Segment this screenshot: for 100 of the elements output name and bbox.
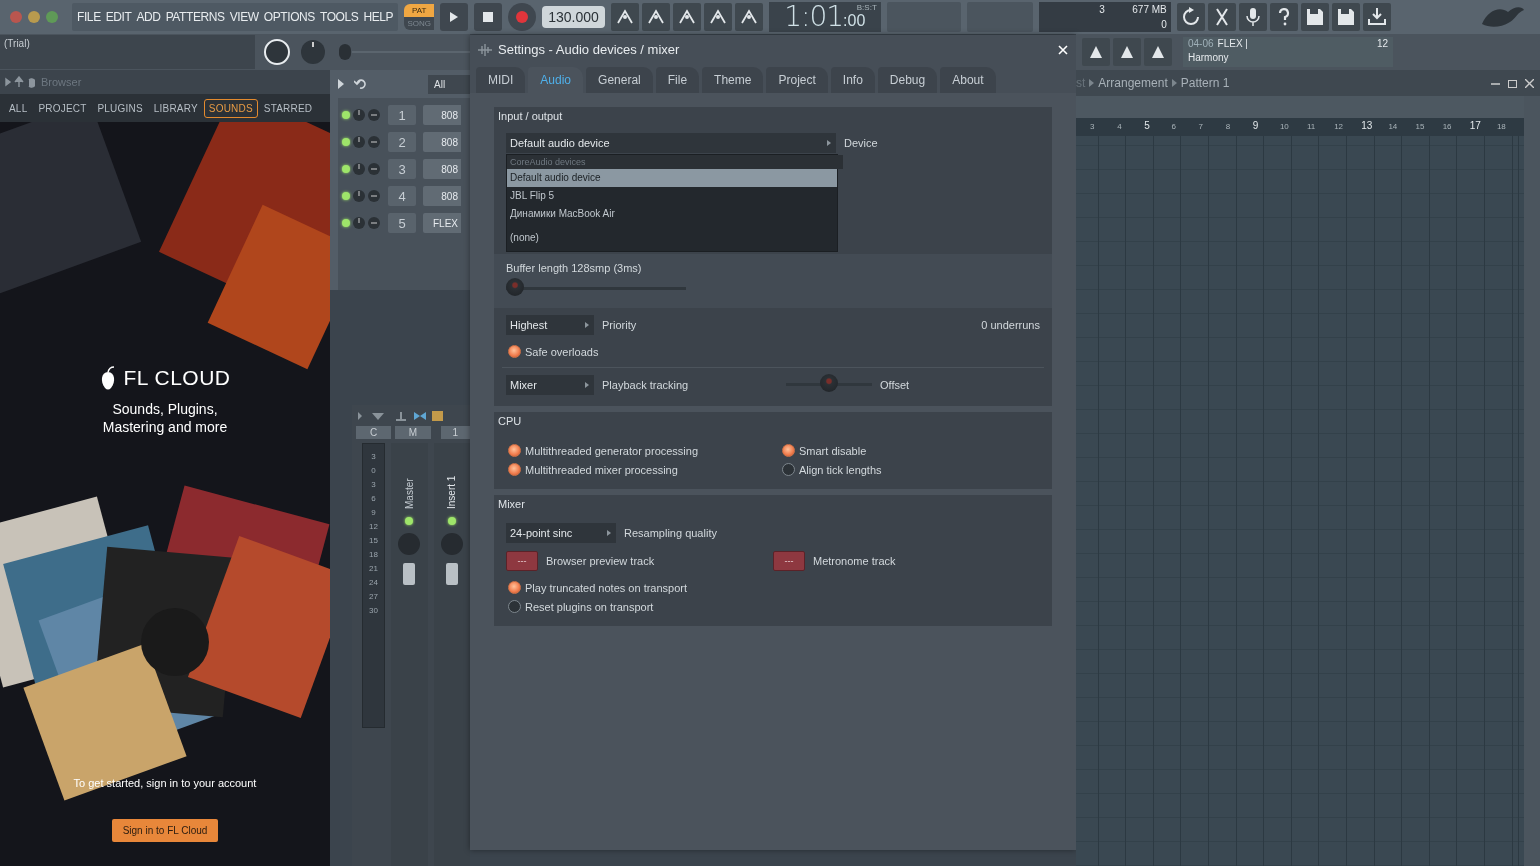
timeline-ruler[interactable]: 3 4 5 6 7 8 9 10 11 12 13 14 15 16 17 18	[1076, 118, 1524, 136]
knob-icon[interactable]	[368, 163, 380, 175]
channel-name[interactable]: 808	[423, 105, 461, 125]
toolbar-button[interactable]	[610, 3, 639, 31]
slider-thumb[interactable]	[820, 374, 838, 392]
breadcrumb-item[interactable]: Arrangement	[1098, 76, 1168, 90]
toolbar-button[interactable]	[1082, 38, 1110, 66]
toolbar-button[interactable]	[1300, 3, 1329, 31]
toolbar-button[interactable]	[1176, 3, 1205, 31]
toolbar-button[interactable]	[1238, 3, 1267, 31]
settings-tab[interactable]: General	[586, 67, 653, 93]
browser-tab[interactable]: LIBRARY	[148, 98, 203, 118]
play-button[interactable]	[440, 3, 469, 31]
browser-tab[interactable]: SOUNDS	[203, 98, 258, 118]
settings-tab[interactable]: Debug	[877, 67, 938, 93]
maximize-icon[interactable]	[1508, 78, 1517, 88]
menu-item[interactable]: HELP	[363, 10, 394, 24]
menu-item[interactable]: OPTIONS	[263, 10, 315, 24]
slider-thumb[interactable]	[506, 278, 524, 296]
settings-tab[interactable]: About	[940, 67, 996, 93]
channel-led[interactable]	[342, 111, 350, 119]
channel-name[interactable]: 808	[423, 159, 461, 179]
dropdown[interactable]: 24-point sinc	[506, 523, 616, 543]
menu-option[interactable]: JBL Flip 5	[507, 187, 837, 205]
browser-tab[interactable]: ALL	[4, 98, 33, 118]
filter-dropdown[interactable]: All	[428, 74, 470, 94]
radio-button[interactable]	[782, 444, 795, 457]
settings-tab[interactable]: File	[655, 67, 700, 93]
toolbar-button[interactable]	[1207, 3, 1236, 31]
mixer-strip[interactable]: Insert 1	[433, 443, 470, 866]
menu-option[interactable]: (none)	[507, 229, 837, 247]
channel-number[interactable]: 2	[388, 132, 416, 152]
radio-button[interactable]	[508, 444, 521, 457]
channel-number[interactable]: 4	[388, 186, 416, 206]
channel-number[interactable]: 3	[388, 159, 416, 179]
toolbar-button[interactable]	[641, 3, 670, 31]
tempo-field[interactable]: 130.000	[542, 6, 605, 28]
track-selector[interactable]: ---	[773, 551, 805, 571]
channel-name[interactable]: FLEX	[423, 213, 461, 233]
stop-button[interactable]	[474, 3, 503, 31]
settings-tab[interactable]: Audio	[528, 67, 584, 93]
breadcrumb-item[interactable]: Pattern 1	[1180, 76, 1230, 90]
channel-number[interactable]: 1	[388, 105, 416, 125]
knob-icon[interactable]	[368, 217, 380, 229]
toolbar-button[interactable]	[1269, 3, 1298, 31]
menu-item[interactable]: TOOLS	[319, 10, 359, 24]
knob-icon[interactable]	[353, 136, 365, 148]
menu-item[interactable]: PATTERNS	[165, 10, 225, 24]
track-selector[interactable]: ---	[506, 551, 538, 571]
radio-button[interactable]	[508, 463, 521, 476]
channel-led[interactable]	[342, 165, 350, 173]
knob-icon[interactable]	[368, 190, 380, 202]
mixer-strip[interactable]: Master	[391, 443, 428, 866]
toolbar-button[interactable]	[1113, 38, 1141, 66]
settings-tab[interactable]: Info	[830, 67, 875, 93]
toolbar-button[interactable]	[703, 3, 732, 31]
channel-name[interactable]: 808	[423, 132, 461, 152]
window-button[interactable]	[28, 11, 40, 23]
radio-button[interactable]	[782, 463, 795, 476]
toolbar-button[interactable]	[1144, 38, 1172, 66]
channel-name[interactable]: 808	[423, 186, 461, 206]
browser-tab[interactable]: PLUGINS	[92, 98, 148, 118]
close-icon[interactable]	[1525, 78, 1534, 88]
close-button[interactable]	[1058, 44, 1068, 55]
toolbar-button[interactable]	[1331, 3, 1360, 31]
menu-item[interactable]: ADD	[136, 10, 161, 24]
browser-tab[interactable]: STARRED	[258, 98, 318, 118]
toolbar-button[interactable]	[672, 3, 701, 31]
knob-icon[interactable]	[353, 163, 365, 175]
channel-led[interactable]	[342, 138, 350, 146]
menu-item[interactable]: EDIT	[105, 10, 132, 24]
browser-tab[interactable]: PROJECT	[33, 98, 92, 118]
channel-led[interactable]	[342, 219, 350, 227]
radio-button[interactable]	[508, 600, 521, 613]
knob-icon[interactable]	[353, 217, 365, 229]
toolbar-button[interactable]	[1362, 3, 1391, 31]
toolbar-button[interactable]	[734, 3, 763, 31]
radio-button[interactable]	[508, 581, 521, 594]
record-button[interactable]	[508, 3, 537, 31]
dropdown[interactable]: Mixer	[506, 375, 594, 395]
channel-led[interactable]	[342, 192, 350, 200]
knob-icon[interactable]	[368, 109, 380, 121]
window-button[interactable]	[46, 11, 58, 23]
menu-item[interactable]: VIEW	[229, 10, 259, 24]
settings-tab[interactable]: Project	[766, 67, 828, 93]
menu-option[interactable]: Динамики MacBook Air	[507, 205, 837, 223]
menu-item[interactable]: FILE	[77, 10, 101, 24]
radio-button[interactable]	[508, 345, 521, 358]
scrollbar[interactable]	[1524, 96, 1540, 866]
channel-number[interactable]: 5	[388, 213, 416, 233]
knob-icon[interactable]	[368, 136, 380, 148]
settings-tab[interactable]: MIDI	[476, 67, 526, 93]
mode-toggle[interactable]: PAT	[404, 4, 435, 17]
settings-tab[interactable]: Theme	[702, 67, 764, 93]
dropdown[interactable]: Default audio device	[506, 133, 836, 153]
dropdown[interactable]: Highest	[506, 315, 594, 335]
knob-icon[interactable]	[353, 109, 365, 121]
knob-icon[interactable]	[353, 190, 365, 202]
preset-field[interactable]: (Trial)	[0, 35, 255, 69]
sign-in-button[interactable]: Sign in to FL Cloud	[111, 819, 219, 842]
